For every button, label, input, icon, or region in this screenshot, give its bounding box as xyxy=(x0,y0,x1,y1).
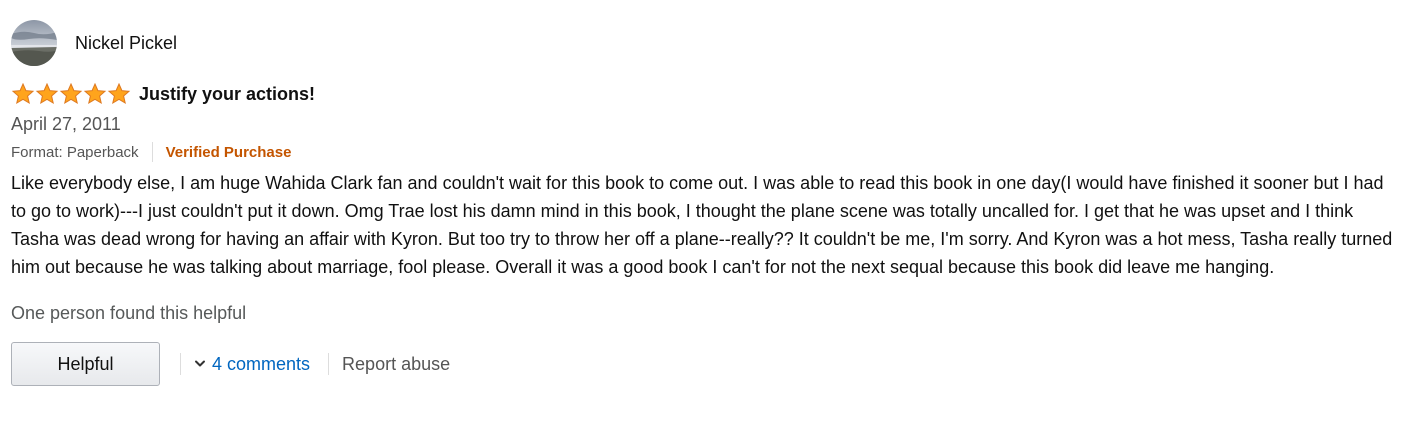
star-rating[interactable] xyxy=(11,83,131,105)
divider xyxy=(180,353,181,375)
customer-review: Nickel Pickel Justify your actions! Apri… xyxy=(11,20,1401,387)
star-icon xyxy=(83,83,107,105)
profile-avatar-icon xyxy=(11,20,57,66)
star-icon xyxy=(59,83,83,105)
avatar[interactable] xyxy=(11,20,57,66)
review-actions: Helpful 4 comments Report abuse xyxy=(11,341,1401,387)
review-meta: Format: Paperback Verified Purchase xyxy=(11,141,1401,163)
review-date: April 27, 2011 xyxy=(11,114,121,134)
helpful-count-text: One person found this helpful xyxy=(11,303,247,323)
helpful-button[interactable]: Helpful xyxy=(11,342,160,386)
divider xyxy=(328,353,330,375)
comments-link-label[interactable]: 4 comments xyxy=(212,354,310,375)
format-label[interactable]: Format: Paperback xyxy=(11,144,139,161)
reviewer-name[interactable]: Nickel Pickel xyxy=(75,33,177,54)
review-title[interactable]: Justify your actions! xyxy=(139,84,315,105)
verified-purchase-badge: Verified Purchase xyxy=(165,143,292,161)
star-icon xyxy=(107,83,131,105)
reviewer-profile[interactable]: Nickel Pickel xyxy=(11,20,1401,66)
review-body: Like everybody else, I am huge Wahida Cl… xyxy=(11,173,1393,277)
comments-link[interactable]: 4 comments xyxy=(194,354,310,375)
star-icon xyxy=(35,83,59,105)
chevron-down-icon xyxy=(194,360,206,368)
star-icon xyxy=(11,83,35,105)
review-title-row: Justify your actions! xyxy=(11,81,1401,107)
divider xyxy=(151,142,153,162)
report-abuse-link[interactable]: Report abuse xyxy=(342,354,450,375)
